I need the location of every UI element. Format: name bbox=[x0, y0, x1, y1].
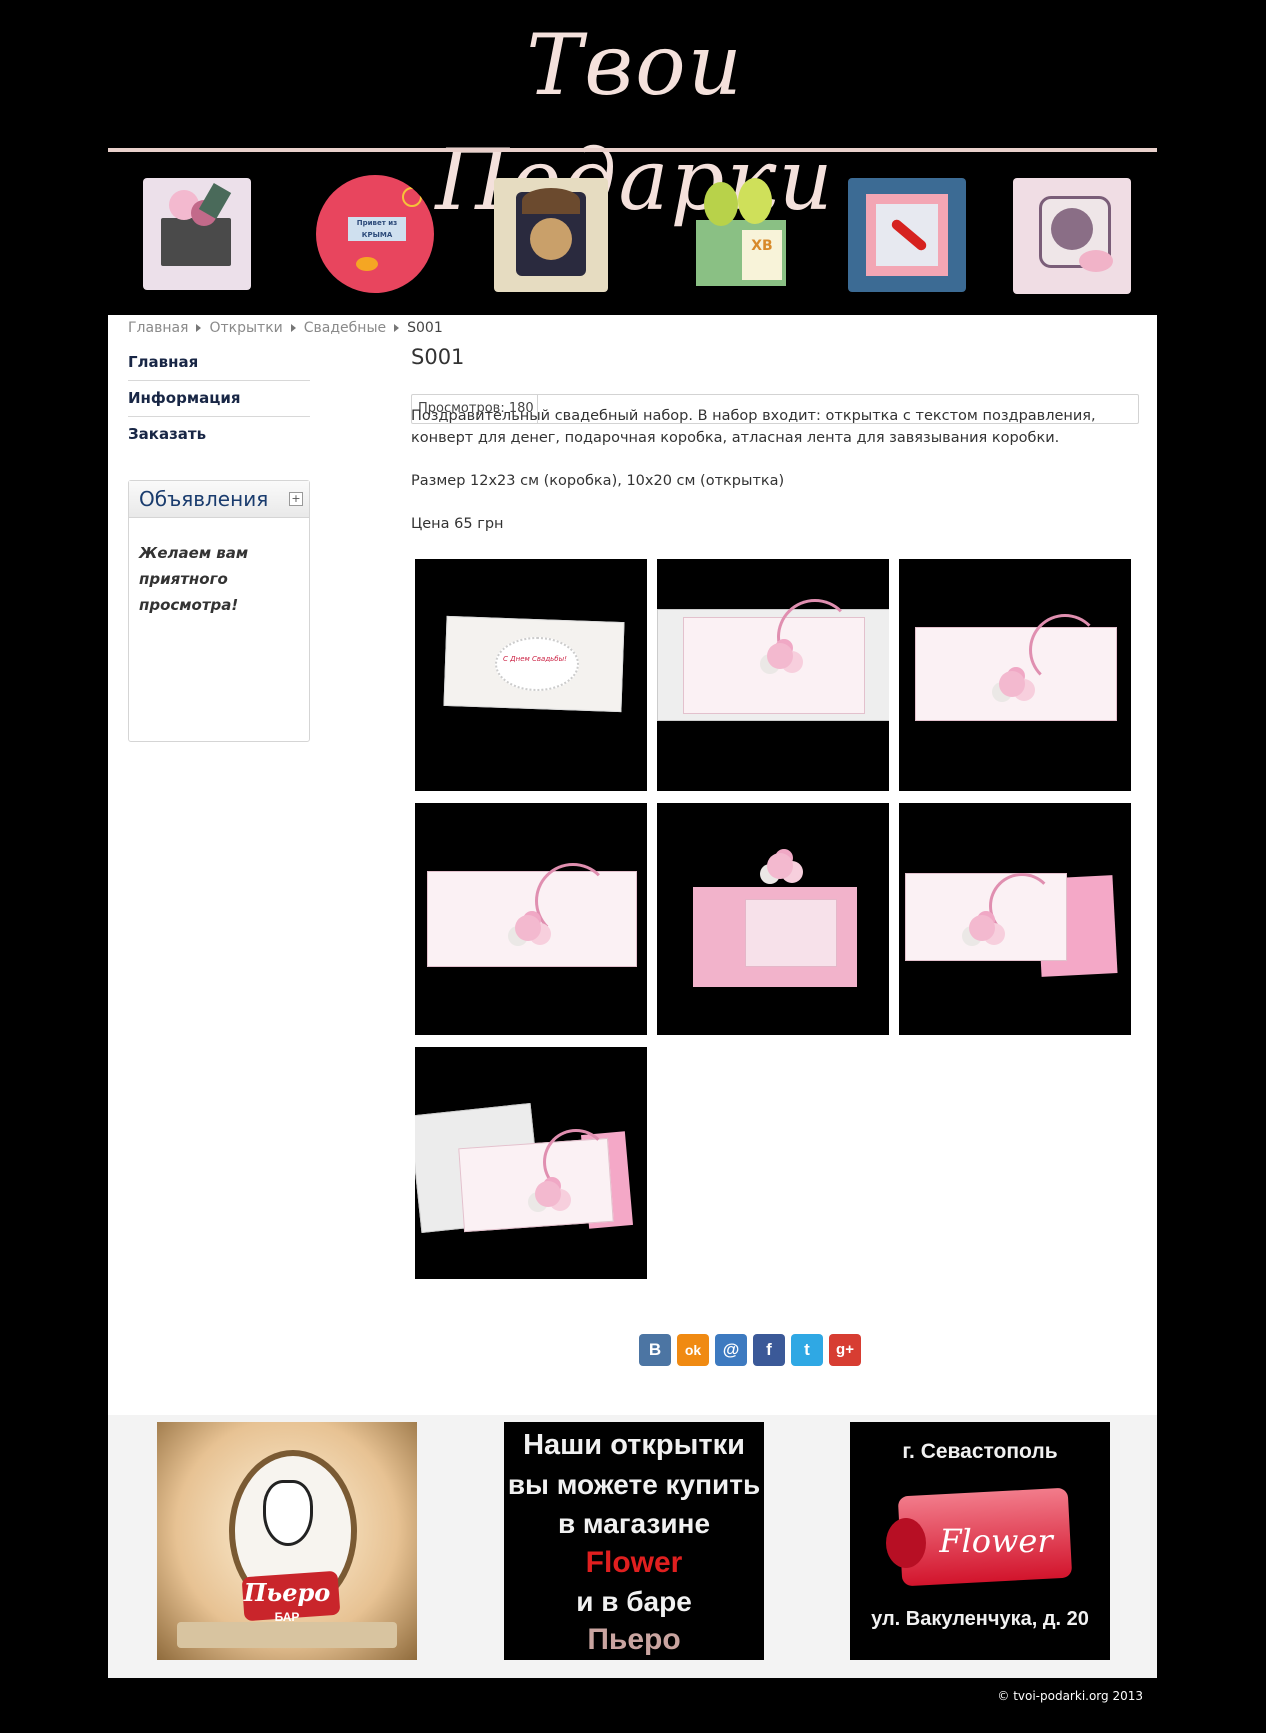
article-title: S001 bbox=[411, 345, 465, 369]
menu-item-information[interactable]: Информация bbox=[128, 381, 310, 417]
banner-item-card-chili[interactable] bbox=[848, 178, 966, 292]
breadcrumb-separator-icon bbox=[290, 324, 296, 332]
announcements-header: Объявления + bbox=[129, 481, 309, 518]
article-body: Поздравительный свадебный набор. В набор… bbox=[411, 405, 1141, 556]
ad-shop-line: и в баре bbox=[576, 1586, 692, 1617]
facebook-share-icon[interactable]: f bbox=[753, 1334, 785, 1366]
announcements-body: Желаем вам приятного просмотра! bbox=[129, 518, 309, 618]
breadcrumb-link-cards[interactable]: Открытки bbox=[209, 320, 282, 336]
announcement-line: Желаем вам bbox=[139, 544, 249, 562]
menu-item-home[interactable]: Главная bbox=[128, 345, 310, 381]
gallery-photo[interactable]: С Днем Свадьбы! bbox=[415, 559, 647, 791]
breadcrumb-separator-icon bbox=[394, 324, 400, 332]
ad-buy-cards[interactable]: Наши открытки вы можете купить в магазин… bbox=[504, 1422, 764, 1660]
banner-item-card-pink-flowers[interactable] bbox=[143, 178, 251, 290]
breadcrumb-current: S001 bbox=[407, 320, 443, 336]
header-banner: Привет из КРЫМА ХВ bbox=[108, 160, 1157, 315]
ad-flower-shop[interactable]: г. Севастополь Flower ул. Вакуленчука, д… bbox=[850, 1422, 1110, 1660]
article-price: Цена 65 грн bbox=[411, 516, 504, 532]
expand-icon[interactable]: + bbox=[289, 492, 303, 506]
announcement-line: просмотра! bbox=[139, 596, 239, 614]
announcements-module: Объявления + Желаем вам приятного просмо… bbox=[128, 480, 310, 742]
main-content: Главная Открытки Свадебные S001 Главная … bbox=[108, 315, 1157, 1415]
side-menu: Главная Информация Заказать bbox=[128, 345, 310, 452]
breadcrumb-link-home[interactable]: Главная bbox=[128, 320, 188, 336]
gallery-photo[interactable] bbox=[899, 803, 1131, 1035]
twitter-share-icon[interactable]: t bbox=[791, 1334, 823, 1366]
gallery-photo[interactable] bbox=[899, 559, 1131, 791]
banner-item-card-lace[interactable] bbox=[1013, 178, 1131, 294]
footer-copyright: © tvoi-podarki.org 2013 bbox=[997, 1689, 1143, 1703]
social-share-bar: B ok @ f t g+ bbox=[639, 1334, 861, 1366]
odnoklassniki-share-icon[interactable]: ok bbox=[677, 1334, 709, 1366]
article-description: Поздравительный свадебный набор. В набор… bbox=[411, 408, 1096, 446]
announcements-title: Объявления bbox=[139, 487, 269, 511]
banner-item-box-easter[interactable]: ХВ bbox=[682, 174, 800, 292]
vk-share-icon[interactable]: B bbox=[639, 1334, 671, 1366]
breadcrumb-separator-icon bbox=[196, 324, 202, 332]
ad-shop-line: вы можете купить bbox=[507, 1469, 761, 1500]
ad-piero-sign: Пьеро bbox=[243, 1578, 331, 1607]
gallery-photo[interactable] bbox=[415, 803, 647, 1035]
breadcrumb-link-wedding[interactable]: Свадебные bbox=[304, 320, 386, 336]
banner-crimea-label: Привет из КРЫМА bbox=[348, 217, 406, 241]
ad-piero-bar[interactable]: Пьеро БАР bbox=[157, 1422, 417, 1660]
gallery-photo[interactable] bbox=[657, 803, 889, 1035]
header-divider bbox=[108, 148, 1157, 152]
partner-banners: Пьеро БАР Наши открытки вы можете купить… bbox=[108, 1415, 1157, 1678]
breadcrumb: Главная Открытки Свадебные S001 bbox=[128, 320, 443, 336]
mailru-share-icon[interactable]: @ bbox=[715, 1334, 747, 1366]
ad-flower-city: г. Севастополь bbox=[902, 1440, 1058, 1463]
ad-flower-address: ул. Вакуленчука, д. 20 bbox=[871, 1608, 1089, 1630]
googleplus-share-icon[interactable]: g+ bbox=[829, 1334, 861, 1366]
ad-shop-line: в магазине bbox=[557, 1508, 711, 1539]
banner-item-card-mask[interactable] bbox=[494, 178, 608, 292]
ad-shop-brand: Flower bbox=[585, 1546, 683, 1579]
site-logo[interactable]: Твои Подарки bbox=[390, 8, 880, 229]
banner-item-card-crimea[interactable]: Привет из КРЫМА bbox=[316, 175, 434, 293]
article-size: Размер 12х23 см (коробка), 10х20 см (отк… bbox=[411, 473, 785, 489]
ad-shop-line: Наши открытки bbox=[523, 1429, 745, 1461]
gallery-photo[interactable] bbox=[657, 559, 889, 791]
ad-flower-brand: Flower bbox=[939, 1522, 1053, 1560]
banner-easter-label: ХВ bbox=[751, 238, 773, 254]
menu-item-order[interactable]: Заказать bbox=[128, 417, 310, 452]
gallery-photo[interactable] bbox=[415, 1047, 647, 1279]
announcement-line: приятного bbox=[139, 570, 228, 588]
card-inscription: С Днем Свадьбы! bbox=[503, 655, 567, 663]
ad-shop-bar: Пьеро bbox=[587, 1623, 681, 1656]
